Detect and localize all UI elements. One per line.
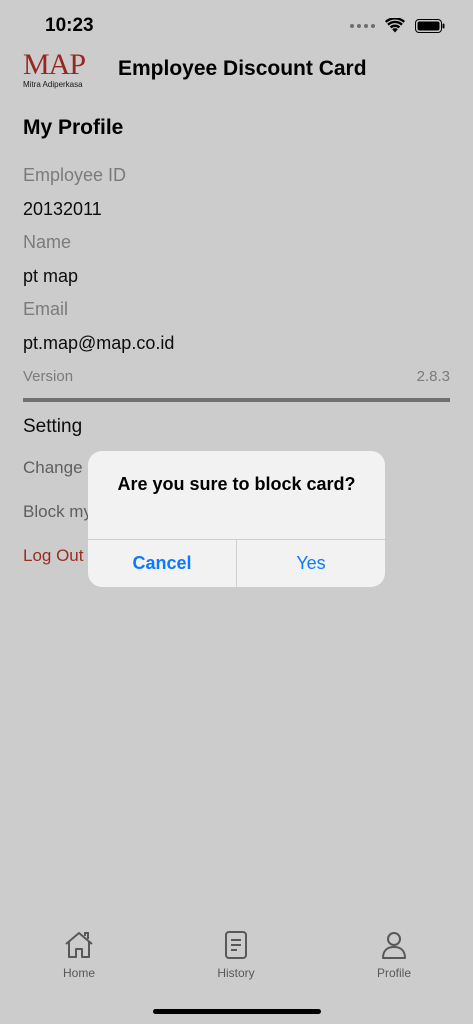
profile-screen: 10:23 MAP Mitra Adiperkasa Employee Disc… bbox=[0, 0, 473, 1024]
cancel-button[interactable]: Cancel bbox=[88, 540, 236, 587]
yes-button[interactable]: Yes bbox=[237, 540, 385, 587]
alert-message: Are you sure to block card? bbox=[117, 474, 356, 494]
home-indicator[interactable] bbox=[153, 1009, 321, 1014]
block-card-alert: Are you sure to block card? Cancel Yes bbox=[88, 451, 385, 587]
